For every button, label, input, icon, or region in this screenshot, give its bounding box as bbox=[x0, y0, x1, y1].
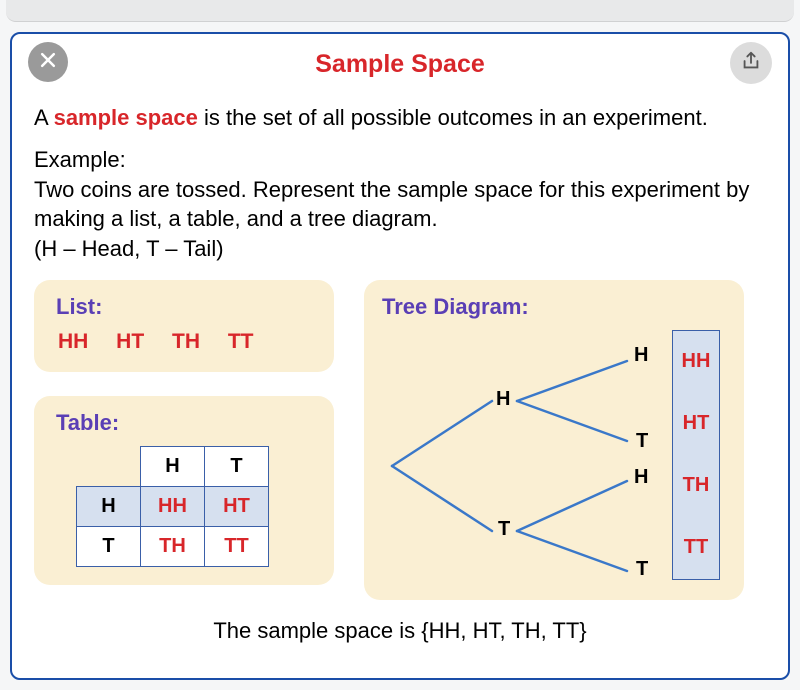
panels-row: List: HH HT TH TT Table: H T H HH HT bbox=[34, 280, 766, 600]
definition-prefix: A bbox=[34, 105, 54, 130]
close-icon bbox=[38, 50, 58, 75]
close-button[interactable] bbox=[28, 42, 68, 82]
page-title: Sample Space bbox=[34, 44, 766, 79]
tree-lines bbox=[382, 336, 662, 596]
list-panel: List: HH HT TH TT bbox=[34, 280, 334, 372]
example-label: Example: bbox=[34, 147, 766, 173]
tree-node-h: H bbox=[496, 388, 510, 411]
table-cell-ht: HT bbox=[205, 486, 269, 526]
tree-leaf-tt: T bbox=[636, 558, 648, 581]
tree-out-ht: HT bbox=[673, 393, 719, 455]
table-cell-th: TH bbox=[141, 526, 205, 566]
share-button[interactable] bbox=[730, 42, 772, 84]
tree-panel: Tree Diagram: H T H T H T HH HT bbox=[364, 280, 744, 600]
tree-outcomes-box: HH HT TH TT bbox=[672, 330, 720, 580]
table-cell-blank bbox=[77, 446, 141, 486]
tree-out-tt: TT bbox=[673, 517, 719, 579]
tree-label: Tree Diagram: bbox=[382, 294, 730, 320]
table-label: Table: bbox=[56, 410, 312, 436]
browser-chrome-strip bbox=[6, 0, 794, 22]
table-cell-hh: HH bbox=[141, 486, 205, 526]
table-row-h: H bbox=[77, 486, 141, 526]
punnett-table: H T H HH HT T TH TT bbox=[76, 446, 269, 567]
header-row: Sample Space bbox=[34, 44, 766, 94]
definition-term: sample space bbox=[54, 105, 198, 130]
table-row-t: T bbox=[77, 526, 141, 566]
tree-out-hh: HH bbox=[673, 331, 719, 393]
definition-text: A sample space is the set of all possibl… bbox=[34, 104, 766, 133]
content-card: Sample Space A sample space is the set o… bbox=[10, 32, 790, 680]
tree-out-th: TH bbox=[673, 455, 719, 517]
left-column: List: HH HT TH TT Table: H T H HH HT bbox=[34, 280, 334, 585]
table-col-h: H bbox=[141, 446, 205, 486]
table-panel: Table: H T H HH HT T TH TT bbox=[34, 396, 334, 585]
table-col-t: T bbox=[205, 446, 269, 486]
example-text: Two coins are tossed. Represent the samp… bbox=[34, 175, 766, 234]
tree-node-t: T bbox=[498, 518, 510, 541]
definition-suffix: is the set of all possible outcomes in a… bbox=[198, 105, 708, 130]
list-items: HH HT TH TT bbox=[56, 330, 312, 354]
tree-leaf-hh: H bbox=[634, 344, 648, 367]
share-icon bbox=[740, 50, 762, 77]
legend-text: (H – Head, T – Tail) bbox=[34, 236, 766, 262]
tree-leaf-ht: T bbox=[636, 430, 648, 453]
tree-leaf-th: H bbox=[634, 466, 648, 489]
conclusion-text: The sample space is {HH, HT, TH, TT} bbox=[34, 618, 766, 644]
list-label: List: bbox=[56, 294, 312, 320]
table-cell-tt: TT bbox=[205, 526, 269, 566]
